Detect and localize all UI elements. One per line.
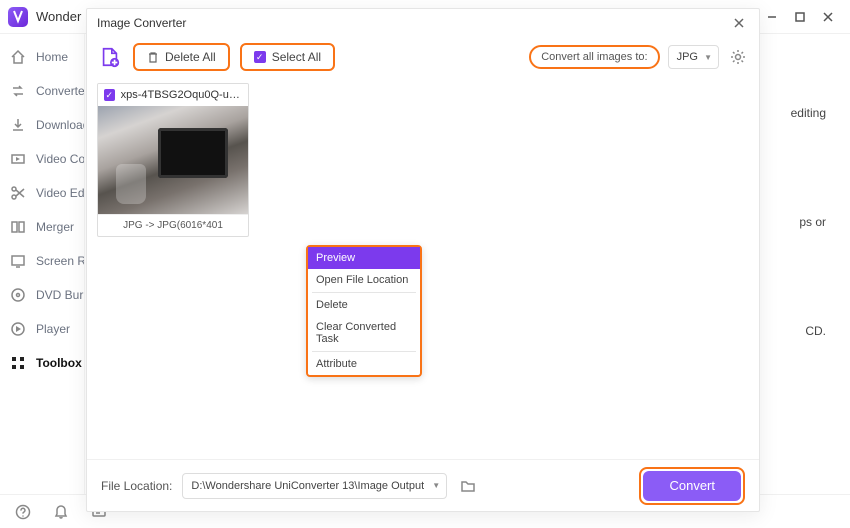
image-thumbnail-card[interactable]: xps-4TBSG2Oqu0Q-unspl... JPG -> JPG(6016… xyxy=(97,83,249,237)
file-location-value: D:\Wondershare UniConverter 13\Image Out… xyxy=(191,480,424,492)
sidebar-item-converter[interactable]: Converter xyxy=(0,74,84,108)
maximize-button[interactable] xyxy=(786,3,814,31)
ctx-preview[interactable]: Preview xyxy=(308,247,420,269)
ctx-separator xyxy=(312,292,416,293)
play-icon xyxy=(10,321,26,337)
image-converter-modal: Image Converter Delete All Select All Co… xyxy=(86,8,760,512)
sidebar-item-label: Video Editor xyxy=(36,186,84,200)
sidebar-item-label: DVD Burner xyxy=(36,288,84,302)
thumbnail-filename: xps-4TBSG2Oqu0Q-unspl... xyxy=(121,89,242,101)
sidebar-item-label: Converter xyxy=(36,84,84,98)
sidebar-item-label: Player xyxy=(36,322,70,336)
home-icon xyxy=(10,49,26,65)
converter-icon xyxy=(10,83,26,99)
help-icon[interactable] xyxy=(14,503,32,521)
sidebar-item-label: Toolbox xyxy=(36,356,82,370)
sidebar-item-screen-recorder[interactable]: Screen Recorder xyxy=(0,244,84,278)
thumbnail-checkbox[interactable] xyxy=(104,89,115,101)
convert-button[interactable]: Convert xyxy=(643,471,741,501)
sidebar-item-label: Screen Recorder xyxy=(36,254,84,268)
sidebar-item-video-editor[interactable]: Video Editor xyxy=(0,176,84,210)
output-format-select[interactable]: JPG xyxy=(668,45,719,69)
close-window-button[interactable] xyxy=(814,3,842,31)
bg-text: CD. xyxy=(805,324,826,338)
scissors-icon xyxy=(10,185,26,201)
merger-icon xyxy=(10,219,26,235)
thumbnail-info: JPG -> JPG(6016*401 xyxy=(98,214,248,236)
sidebar-item-label: Downloader xyxy=(36,118,84,132)
compressor-icon xyxy=(10,151,26,167)
modal-title: Image Converter xyxy=(97,16,186,30)
sidebar-item-toolbox[interactable]: Toolbox xyxy=(0,346,84,380)
checkbox-icon xyxy=(254,51,266,63)
ctx-clear-converted[interactable]: Clear Converted Task xyxy=(308,316,420,350)
app-title: Wonder xyxy=(36,9,81,24)
ctx-separator xyxy=(312,351,416,352)
screen-icon xyxy=(10,253,26,269)
bg-text: editing xyxy=(791,106,826,120)
bg-text: ps or xyxy=(799,215,826,229)
convert-to-label: Convert all images to: xyxy=(529,45,659,69)
ctx-open-location[interactable]: Open File Location xyxy=(308,269,420,291)
ctx-attribute[interactable]: Attribute xyxy=(308,353,420,375)
select-all-label: Select All xyxy=(272,50,321,64)
grid-icon xyxy=(10,355,26,371)
sidebar-item-video-compressor[interactable]: Video Compressor xyxy=(0,142,84,176)
disc-icon xyxy=(10,287,26,303)
sidebar-item-dvd-burner[interactable]: DVD Burner xyxy=(0,278,84,312)
ctx-delete[interactable]: Delete xyxy=(308,294,420,316)
sidebar-item-player[interactable]: Player xyxy=(0,312,84,346)
context-menu: Preview Open File Location Delete Clear … xyxy=(306,245,422,377)
delete-all-button[interactable]: Delete All xyxy=(133,43,230,71)
modal-close-button[interactable] xyxy=(729,13,749,33)
file-location-label: File Location: xyxy=(101,479,172,493)
thumbnail-image xyxy=(98,106,248,214)
sidebar-item-label: Merger xyxy=(36,220,74,234)
app-logo-icon xyxy=(8,7,28,27)
browse-folder-button[interactable] xyxy=(457,475,479,497)
sidebar-item-downloader[interactable]: Downloader xyxy=(0,108,84,142)
file-location-select[interactable]: D:\Wondershare UniConverter 13\Image Out… xyxy=(182,473,447,499)
sidebar-item-home[interactable]: Home xyxy=(0,40,84,74)
add-file-button[interactable] xyxy=(97,44,123,70)
select-all-button[interactable]: Select All xyxy=(240,43,335,71)
sidebar-item-merger[interactable]: Merger xyxy=(0,210,84,244)
convert-button-highlight: Convert xyxy=(639,467,745,505)
delete-all-label: Delete All xyxy=(165,50,216,64)
sidebar: Home Converter Downloader Video Compress… xyxy=(0,34,85,494)
format-value: JPG xyxy=(677,51,698,63)
minimize-button[interactable] xyxy=(758,3,786,31)
sidebar-item-label: Video Compressor xyxy=(36,152,84,166)
download-icon xyxy=(10,117,26,133)
bell-icon[interactable] xyxy=(52,503,70,521)
settings-button[interactable] xyxy=(727,46,749,68)
sidebar-item-label: Home xyxy=(36,50,68,64)
